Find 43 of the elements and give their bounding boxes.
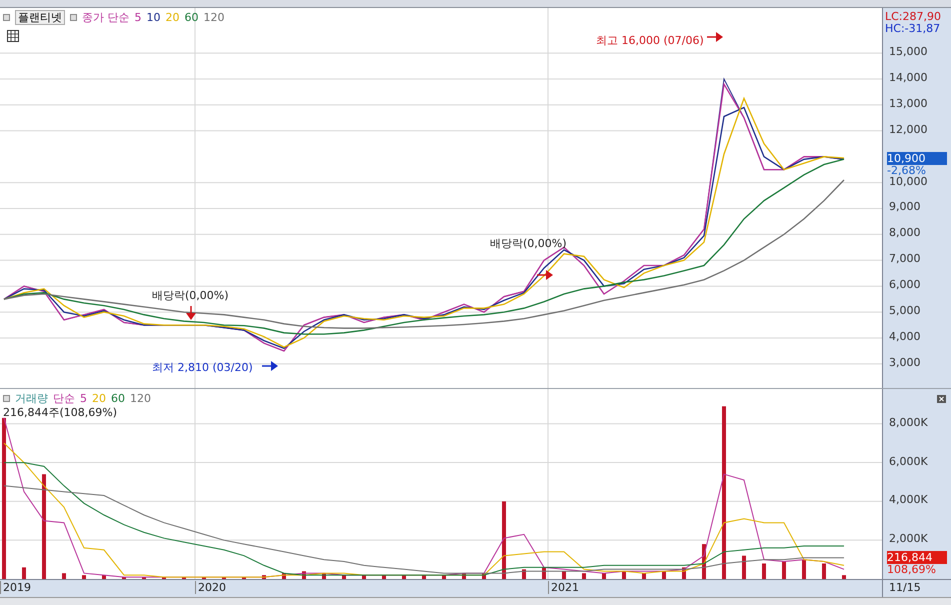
axis-label: 6,000K <box>889 454 929 468</box>
axis-label: 6,000 <box>889 278 922 292</box>
legend-label: 60 <box>184 11 198 24</box>
volume-summary: 216,844주(108,69%) <box>3 405 118 420</box>
volume-ratio: 108,69% <box>887 564 936 576</box>
legend-label: 20 <box>92 392 106 405</box>
axis-label: 3,000 <box>889 356 922 369</box>
legend-label: 60 <box>111 392 125 405</box>
legend-label: 거래량 <box>15 391 48 406</box>
date-label: 11/15 <box>889 581 921 594</box>
legend-label: 120 <box>204 11 224 24</box>
axis-label: 15,000 <box>889 45 928 58</box>
legend-label: 5 <box>134 11 142 24</box>
annotation-label: 최저 2,810 (03/20) <box>152 360 253 375</box>
price-tag: 10,900 <box>887 152 947 166</box>
axis-label: 2,000K <box>889 532 929 546</box>
axis-label: 12,000 <box>889 122 928 136</box>
legend-label: 종가 단순 <box>82 10 130 25</box>
lc-value: LC:287,90 <box>885 10 942 23</box>
legend-label: 단순 <box>53 391 75 406</box>
volume-tag: 216,844 <box>887 551 947 564</box>
axis-label: 10,000 <box>889 174 928 188</box>
legend-label: 10 <box>146 11 160 24</box>
date-label: 2021 <box>548 581 579 594</box>
axis-label: 13,000 <box>889 96 928 110</box>
axis-label: 4,000K <box>889 493 929 506</box>
axis-label: 5,000 <box>889 304 922 318</box>
axis-label: 14,000 <box>889 70 928 84</box>
legend-label: 120 <box>130 392 151 405</box>
legend-label: 5 <box>80 392 87 405</box>
legend-label: 20 <box>166 11 180 24</box>
axis-label: 8,000 <box>889 226 922 240</box>
annotation-label: 배당락(0,00%) <box>152 288 229 303</box>
date-label: 2019 <box>0 581 31 594</box>
hc-value: HC:-31,87 <box>885 22 940 35</box>
date-label: 2020 <box>195 581 226 594</box>
price-change: -2,68% <box>887 165 926 178</box>
axis-label: 8,000K <box>889 416 929 429</box>
axis-label: 9,000 <box>889 200 922 214</box>
annotation-label: 배당락(0,00%) <box>490 236 567 251</box>
axis-label: 7,000 <box>889 252 922 266</box>
annotation-label: 최고 16,000 (07/06) <box>596 33 704 48</box>
axis-label: 4,000 <box>889 330 922 343</box>
